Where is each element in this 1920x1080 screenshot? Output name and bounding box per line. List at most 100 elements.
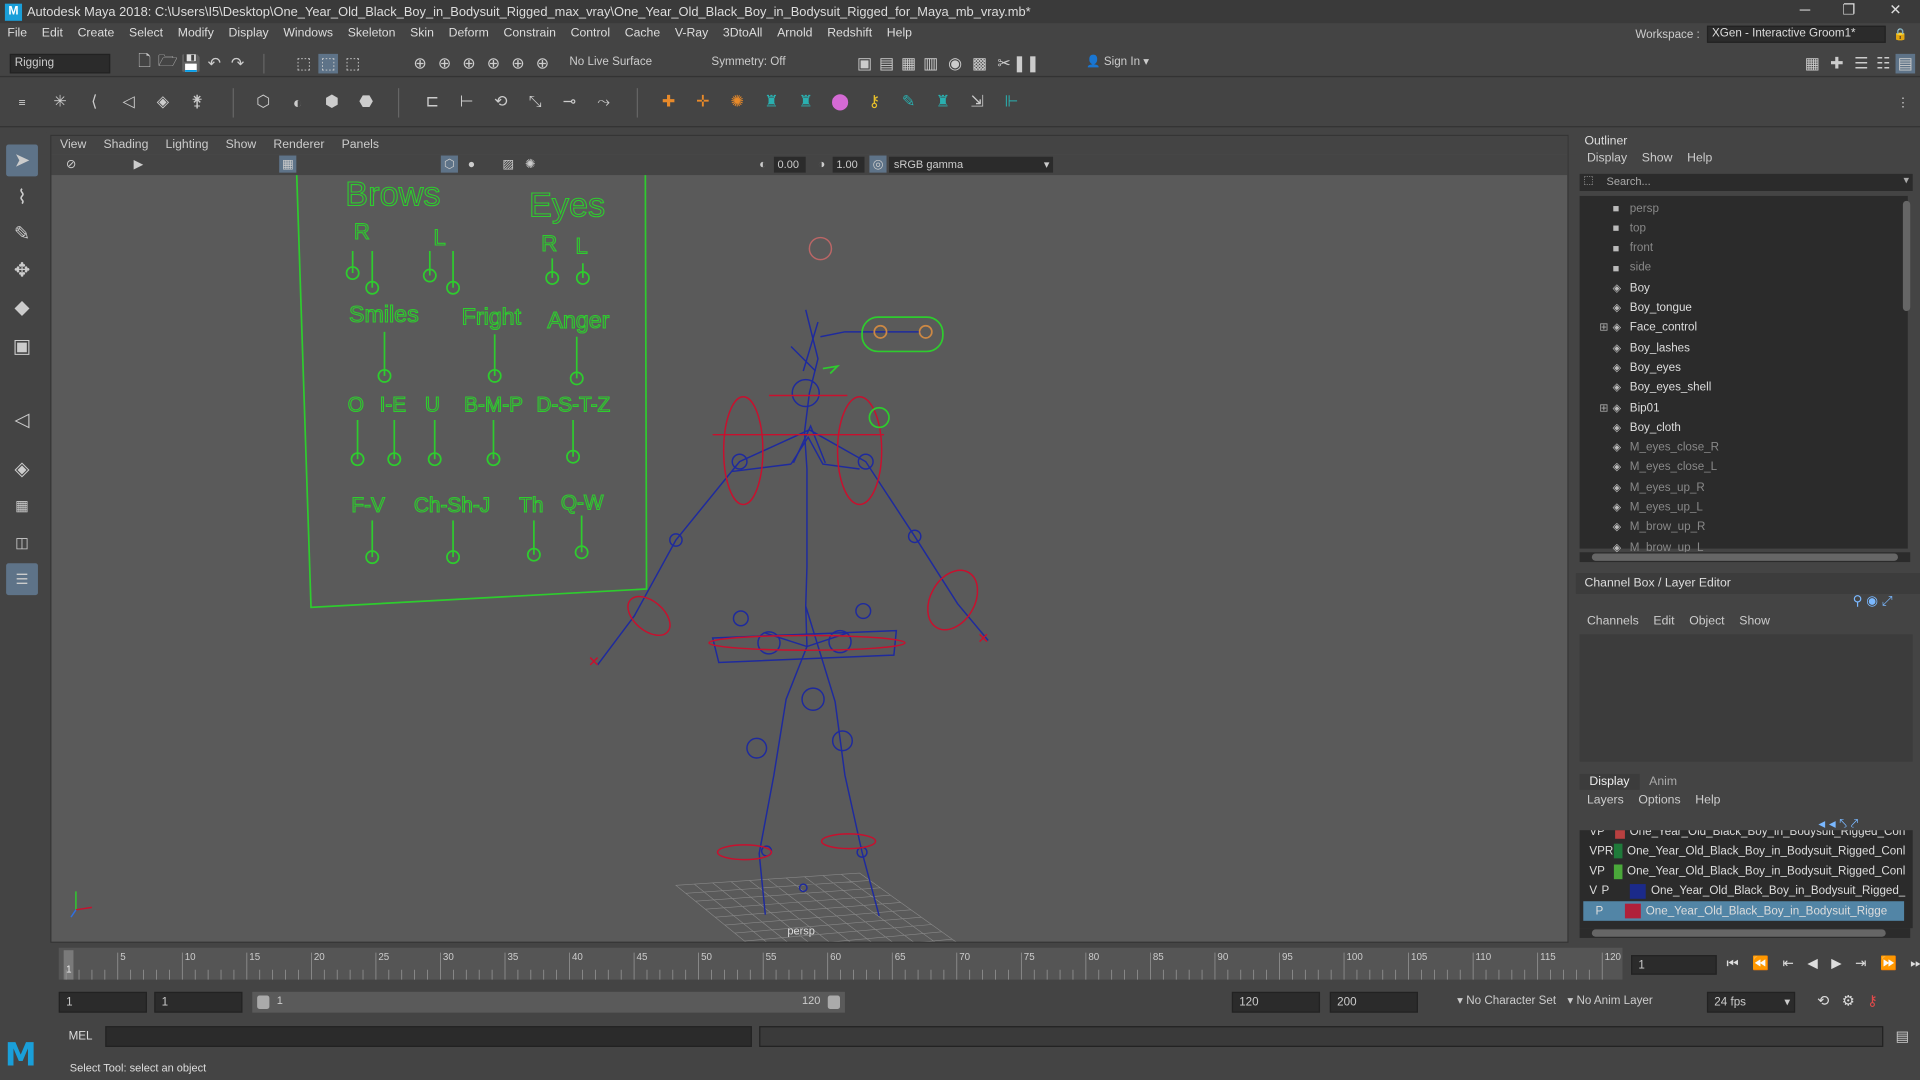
outliner-item[interactable]: ◈ M_eyes_up_L <box>1580 498 1908 518</box>
modeling-toolkit-icon[interactable]: ▦ <box>1802 54 1822 74</box>
paint-select-icon[interactable]: ✎ <box>6 218 38 250</box>
viewport-menu-panels[interactable]: Panels <box>333 138 388 151</box>
snap-surface-icon[interactable]: ⊕ <box>508 54 528 74</box>
outliner-search[interactable]: ⬚ Search... ▾ <box>1579 173 1913 192</box>
auto-key-icon[interactable]: ⚷ <box>1867 992 1878 1009</box>
ipr-render-icon[interactable]: ▦ <box>899 54 919 74</box>
script-editor-icon[interactable]: ▤ <box>1896 1027 1910 1044</box>
outliner-item[interactable]: ◈ Boy_tongue <box>1580 298 1908 318</box>
render-view-icon[interactable]: ▤ <box>877 54 897 74</box>
range-end-handle[interactable] <box>827 995 841 1009</box>
menu-display[interactable]: Display <box>221 27 276 40</box>
lock-icon[interactable]: 🔒 <box>1893 28 1908 41</box>
playback-end-field[interactable]: 120 <box>1231 991 1321 1013</box>
menu-arnold[interactable]: Arnold <box>770 27 820 40</box>
range-bar[interactable]: 1 120 <box>252 991 845 1013</box>
pause-icon[interactable]: ❚❚ <box>1013 54 1040 74</box>
outliner-item[interactable]: ■ persp <box>1580 198 1908 218</box>
paint-weights-icon[interactable]: ◐ <box>284 88 311 115</box>
character-set-dropdown[interactable]: ▾ No Character Set <box>1457 994 1556 1007</box>
layer-row[interactable]: P One_Year_Old_Black_Boy_in_Bodysuit_Rigg… <box>1583 901 1905 922</box>
insert-joint-icon[interactable]: ◈ <box>149 88 176 115</box>
menu-skin[interactable]: Skin <box>403 27 442 40</box>
loop-icon[interactable]: ⟲ ⚙ ⚷ <box>1817 992 1878 1009</box>
snap-view-icon[interactable]: ⊕ <box>484 54 504 74</box>
outliner-menu-show[interactable]: Show <box>1634 152 1679 165</box>
redo-icon[interactable]: ↷ <box>228 54 248 74</box>
snap-curve-icon[interactable]: ⊕ <box>435 54 455 74</box>
joint-tool-icon[interactable]: ✳ <box>47 88 74 115</box>
layer-reference[interactable]: R <box>1605 845 1614 858</box>
menu-select[interactable]: Select <box>122 27 171 40</box>
paint-skin-icon[interactable]: ✎ <box>895 88 922 115</box>
quick-rig-icon[interactable]: ♜ <box>758 88 785 115</box>
aim-constraint-icon[interactable]: ⊸ <box>556 88 583 115</box>
viewport-menu-view[interactable]: View <box>51 138 94 151</box>
menu-3dtoall[interactable]: 3DtoAll <box>716 27 770 40</box>
viewport-menu-renderer[interactable]: Renderer <box>265 138 333 151</box>
layer-playback[interactable]: P <box>1601 885 1613 898</box>
viewport-menu-lighting[interactable]: Lighting <box>157 138 217 151</box>
mirror-joint-icon[interactable]: ⚵ <box>184 88 211 115</box>
outliner-scrollbar[interactable] <box>1902 200 1911 312</box>
outliner-item[interactable]: ◈ Boy_eyes <box>1580 358 1908 378</box>
layer-menu-options[interactable]: Options <box>1631 793 1688 806</box>
snap-grid-icon[interactable]: ⊕ <box>410 54 430 74</box>
render-frame-icon[interactable]: ▣ <box>855 54 875 74</box>
attribute-editor-icon[interactable]: ☰ <box>1851 54 1871 74</box>
select-component-icon[interactable]: ⬚ <box>343 54 363 74</box>
new-scene-icon[interactable]: 🗋 <box>135 51 155 74</box>
maximize-icon[interactable]: ❐ <box>1827 0 1871 21</box>
save-scene-icon[interactable]: 💾 <box>181 54 201 74</box>
snap-point-icon[interactable]: ⊕ <box>459 54 479 74</box>
scene-canvas[interactable]: Brows Eyes R L R L Smiles Fright Anger O… <box>51 175 1568 943</box>
select-hierarchy-icon[interactable]: ⬚ <box>294 54 314 74</box>
channel-menu-channels[interactable]: Channels <box>1580 615 1646 628</box>
layer-row[interactable]: V P One_Year_Old_Black_Boy_in_Bodysuit_Rig… <box>1589 862 1905 882</box>
move-tool-icon[interactable]: ✥ <box>6 255 38 287</box>
layer-playback[interactable]: P <box>1597 830 1605 838</box>
layer-visibility[interactable]: V <box>1589 865 1597 878</box>
pole-vector-icon[interactable]: ⤳ <box>590 88 617 115</box>
exposure-field[interactable]: 0.00 <box>773 156 806 173</box>
component-editor-icon[interactable]: ⇲ <box>964 88 991 115</box>
blend-shape-icon[interactable]: ⬤ <box>827 88 854 115</box>
outliner-item[interactable]: ◈ Boy_lashes <box>1580 338 1908 358</box>
exposure-icon[interactable]: ◐ <box>754 156 771 173</box>
tab-anim[interactable]: Anim <box>1639 774 1687 790</box>
menu-modify[interactable]: Modify <box>170 27 221 40</box>
viewport-panel[interactable]: View Shading Lighting Show Renderer Panels ⊘ … <box>50 134 1569 943</box>
bind-skin-icon[interactable]: ⬡ <box>250 88 277 115</box>
layer-playback[interactable]: P <box>1596 905 1608 918</box>
outliner-item[interactable]: ◈ Boy_eyes_shell <box>1580 378 1908 398</box>
menu-v-ray[interactable]: V-Ray <box>668 27 716 40</box>
sign-in-button[interactable]: 👤 Sign In ▾ <box>1082 53 1201 74</box>
fps-dropdown[interactable]: 24 fps ▾ <box>1706 991 1796 1013</box>
select-object-icon[interactable]: ⬚ <box>318 53 338 74</box>
outliner-item[interactable]: ⊞ ◈ Bip01 <box>1580 398 1908 418</box>
channel-menu-edit[interactable]: Edit <box>1646 615 1682 628</box>
color-management-icon[interactable]: ◎ <box>869 155 887 173</box>
render-settings-icon[interactable]: ▥ <box>921 54 941 74</box>
wrap-icon[interactable]: ⬣ <box>353 88 380 115</box>
layer-row[interactable]: V P One_Year_Old_Black_Boy_in_Bodysuit_Rig… <box>1589 882 1905 902</box>
menu-help[interactable]: Help <box>879 27 919 40</box>
lasso-tool-icon[interactable]: ⌇ <box>6 181 38 213</box>
driven-key-icon[interactable]: ⚷ <box>861 88 888 115</box>
shape-editor-icon[interactable]: ♜ <box>929 88 956 115</box>
shelf-scroll-icon[interactable]: ⋮ <box>1893 88 1913 117</box>
playback-start-field[interactable]: 1 <box>154 991 243 1013</box>
symmetry-dropdown[interactable]: Symmetry: Off <box>707 53 804 74</box>
bookmark-icon[interactable]: ▶ <box>130 156 147 173</box>
point-constraint-icon[interactable]: ⊢ <box>453 88 480 115</box>
outliner-item[interactable]: ■ side <box>1580 258 1908 278</box>
live-surface-field[interactable]: No Live Surface <box>565 53 664 74</box>
vray-render-icon[interactable]: ▩ <box>970 54 990 74</box>
scale-constraint-icon[interactable]: ⤡ <box>522 88 549 115</box>
colorspace-dropdown[interactable]: sRGB gamma ▾ <box>888 156 1054 173</box>
persp-outliner-icon[interactable]: ◫ <box>6 527 38 559</box>
current-frame-field[interactable]: 1 <box>1631 955 1717 975</box>
undo-icon[interactable]: ↶ <box>204 54 224 74</box>
menu-windows[interactable]: Windows <box>276 27 340 40</box>
hypershade-icon[interactable]: ◉ <box>945 54 965 74</box>
